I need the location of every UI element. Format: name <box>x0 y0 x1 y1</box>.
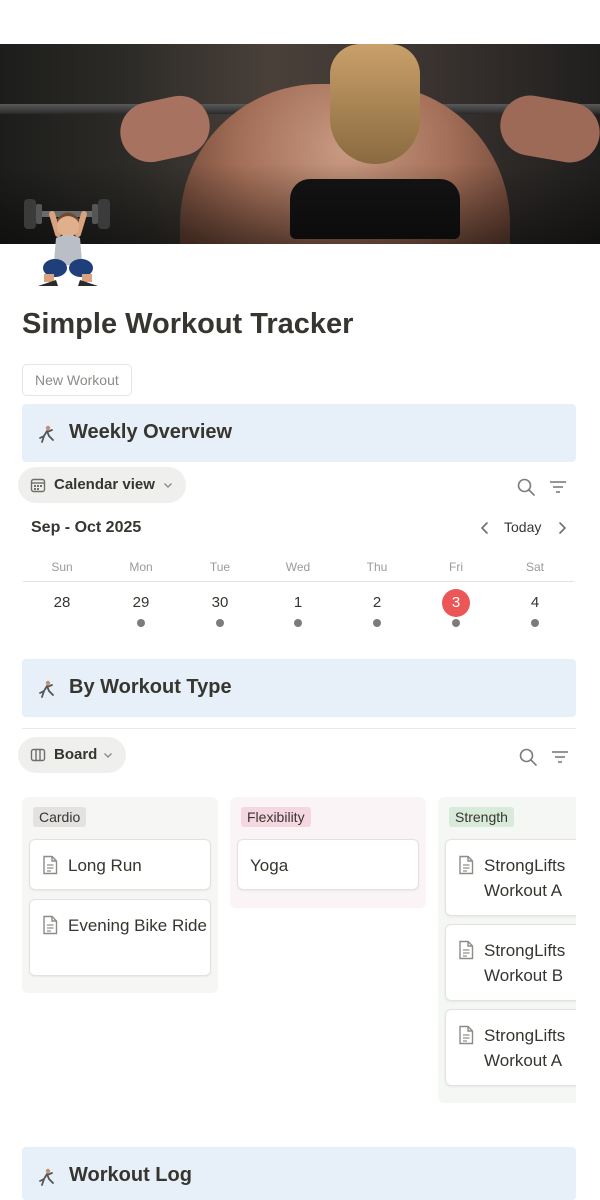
card-stronglifts-workout-a[interactable]: StrongLifts Workout A <box>445 839 576 916</box>
card-title: Evening Bike Ride <box>68 916 207 935</box>
board-view-selector[interactable]: Board <box>18 737 126 773</box>
weekday-thu: Thu <box>366 560 388 574</box>
weekday-sat: Sat <box>525 560 544 574</box>
chevron-left-icon[interactable] <box>477 519 493 537</box>
page-title: Simple Workout Tracker <box>22 308 354 340</box>
document-icon <box>43 915 58 935</box>
document-icon <box>459 940 474 960</box>
calendar-divider <box>23 581 574 582</box>
athlete-icon <box>39 425 54 443</box>
tag-cardio[interactable]: Cardio <box>33 807 87 827</box>
event-dot[interactable] <box>216 619 224 627</box>
weekday-tue: Tue <box>209 560 231 574</box>
chevron-down-icon <box>104 753 112 758</box>
card-stronglifts-workout-a[interactable]: StrongLifts Workout A <box>445 1009 576 1086</box>
card-title: StrongLifts Workout B <box>484 941 566 985</box>
weekday-mon: Mon <box>129 560 153 574</box>
calendar-view-label: Calendar view <box>54 476 155 493</box>
event-dot[interactable] <box>294 619 302 627</box>
by-workout-type-heading: By Workout Type <box>22 659 576 717</box>
card-title: Yoga <box>250 856 289 875</box>
event-dot[interactable] <box>452 619 460 627</box>
calendar-day[interactable]: 4 <box>505 594 565 611</box>
calendar-day[interactable]: 29 <box>111 594 171 611</box>
search-icon[interactable] <box>516 477 536 497</box>
card-yoga[interactable]: Yoga <box>237 839 419 890</box>
calendar-day[interactable]: 1 <box>268 594 328 611</box>
board-icon <box>30 748 46 762</box>
event-dot[interactable] <box>373 619 381 627</box>
calendar-day[interactable]: 28 <box>32 594 92 611</box>
tag-flexibility[interactable]: Flexibility <box>241 807 311 827</box>
card-stronglifts-workout-b[interactable]: StrongLifts Workout B <box>445 924 576 1001</box>
search-icon[interactable] <box>518 747 538 767</box>
board-column-flexibility: Flexibility Yoga <box>230 797 426 908</box>
weekday-sun: Sun <box>51 560 73 574</box>
workout-log-heading: Workout Log <box>22 1147 576 1200</box>
event-dot[interactable] <box>531 619 539 627</box>
weightlifter-icon[interactable] <box>22 192 114 292</box>
chevron-right-icon[interactable] <box>554 519 570 537</box>
board-view-label: Board <box>54 746 98 763</box>
section-divider <box>22 728 576 729</box>
board-column-cardio: Cardio Long Run Evening Bike Ride <box>22 797 218 993</box>
calendar-day[interactable]: 2 <box>347 594 407 611</box>
event-dot[interactable] <box>137 619 145 627</box>
top-bar <box>0 0 600 44</box>
weekly-overview-title: Weekly Overview <box>69 421 233 443</box>
document-icon <box>43 855 58 875</box>
calendar-view-selector[interactable]: Calendar view <box>18 467 186 503</box>
card-title: Long Run <box>68 856 142 875</box>
today-button[interactable]: Today <box>504 519 541 535</box>
calendar-month-label: Sep - Oct 2025 <box>31 519 142 536</box>
calendar-day[interactable]: 30 <box>190 594 250 611</box>
weekday-wed: Wed <box>285 560 311 574</box>
calendar-icon <box>30 478 46 493</box>
filter-icon[interactable] <box>548 477 568 497</box>
card-title: StrongLifts Workout A <box>484 856 566 900</box>
board-column-strength: Strength StrongLifts Workout A StrongLif… <box>438 797 576 1103</box>
workout-log-title: Workout Log <box>69 1164 192 1186</box>
document-icon <box>459 1025 474 1045</box>
filter-icon[interactable] <box>550 747 570 767</box>
new-workout-button[interactable]: New Workout <box>22 364 132 396</box>
athlete-icon <box>39 1168 54 1186</box>
calendar-day-today[interactable]: 3 <box>426 594 486 611</box>
athlete-icon <box>39 680 54 698</box>
card-long-run[interactable]: Long Run <box>29 839 211 890</box>
weekday-fri: Fri <box>449 560 463 574</box>
tag-strength[interactable]: Strength <box>449 807 514 827</box>
by-workout-type-title: By Workout Type <box>69 676 232 698</box>
chevron-down-icon <box>164 483 172 488</box>
card-evening-bike-ride[interactable]: Evening Bike Ride <box>29 899 211 976</box>
weekly-overview-heading: Weekly Overview <box>22 404 576 462</box>
document-icon <box>459 855 474 875</box>
card-title: StrongLifts Workout A <box>484 1026 566 1070</box>
